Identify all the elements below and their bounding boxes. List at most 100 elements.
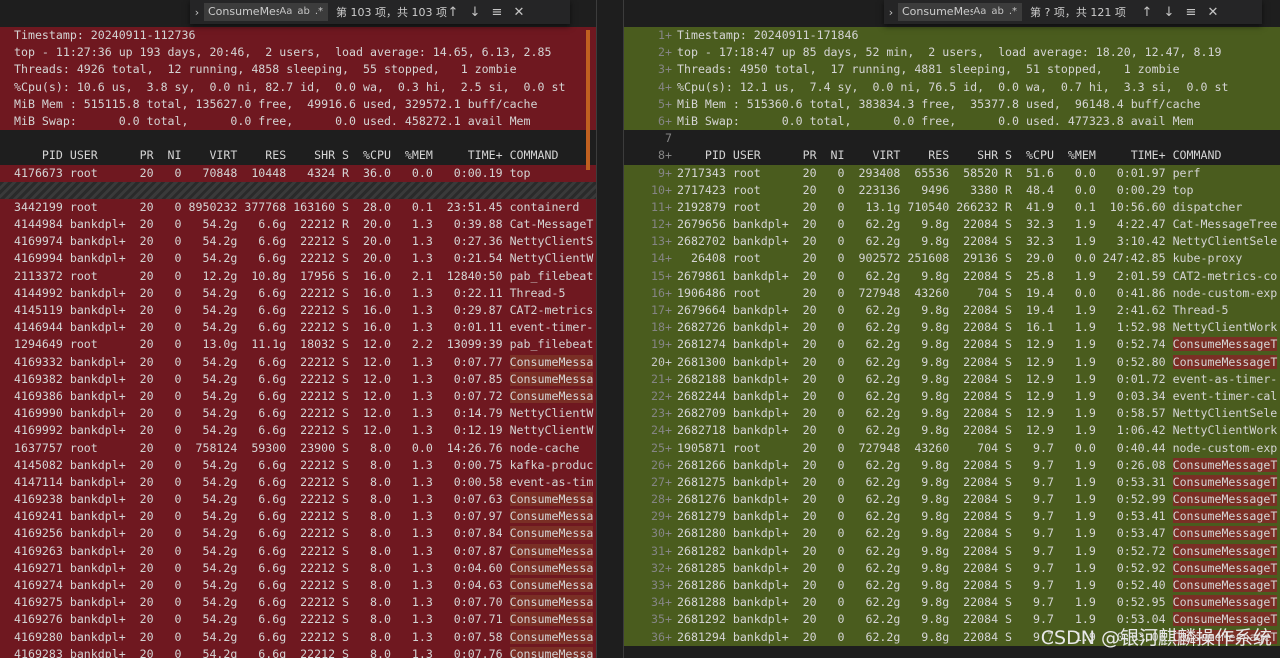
code-line[interactable]: 4169283 bankdpl+ 20 0 54.2g 6.6g 22212 S…	[0, 645, 596, 658]
code-line[interactable]: 4169263 bankdpl+ 20 0 54.2g 6.6g 22212 S…	[0, 542, 596, 560]
arrow-up-icon[interactable]: ↑	[1136, 5, 1158, 20]
code-line[interactable]: 4169386 bankdpl+ 20 0 54.2g 6.6g 22212 S…	[0, 387, 596, 406]
code-line[interactable]: 32+ 2681285 bankdpl+ 20 0 62.2g 9.8g 2208…	[624, 559, 1280, 577]
code-line[interactable]: 25+ 1905871 root 20 0 727948 43260 704 S …	[624, 439, 1280, 457]
code-line[interactable]: 4145082 bankdpl+ 20 0 54.2g 6.6g 22212 S…	[0, 456, 596, 474]
match-case-icon[interactable]: Aa	[279, 3, 292, 21]
code-line[interactable]: 6+ MiB Swap: 0.0 total, 0.0 free, 0.0 use…	[624, 112, 1280, 131]
right-diff-editor[interactable]: 1+ Timestamp: 20240911-171846 2+ top - 17:1…	[624, 0, 1280, 658]
code-line[interactable]: 19+ 2681274 bankdpl+ 20 0 62.2g 9.8g 2208…	[624, 336, 1280, 354]
code-line[interactable]: Threads: 4926 total, 12 running, 4858 sl…	[0, 61, 596, 79]
line-text: 1906486 root 20 0 727948 43260 704 S 19.…	[677, 285, 1278, 300]
code-line[interactable]: 1294649 root 20 0 13.0g 11.1g 18032 S 12…	[0, 336, 596, 354]
code-line[interactable]: 27+ 2681275 bankdpl+ 20 0 62.2g 9.8g 2208…	[624, 473, 1280, 492]
code-line[interactable]: 4169382 bankdpl+ 20 0 54.2g 6.6g 22212 S…	[0, 370, 596, 388]
code-line[interactable]: 17+ 2679664 bankdpl+ 20 0 62.2g 9.8g 2208…	[624, 302, 1280, 320]
chevron-right-icon[interactable]: ›	[190, 6, 204, 19]
line-text: 2717423 root 20 0 223136 9496 3380 R 48.…	[677, 182, 1194, 197]
code-line[interactable]: 4147114 bankdpl+ 20 0 54.2g 6.6g 22212 S…	[0, 473, 596, 492]
code-line[interactable]: 9+ 2717343 root 20 0 293408 65536 58520 R…	[624, 164, 1280, 182]
line-text: Threads: 4950 total, 17 running, 4881 sl…	[677, 62, 1180, 77]
code-line[interactable]: 4169256 bankdpl+ 20 0 54.2g 6.6g 22212 S…	[0, 525, 596, 543]
code-line[interactable]: 4169241 bankdpl+ 20 0 54.2g 6.6g 22212 S…	[0, 508, 596, 526]
match-case-icon[interactable]: Aa	[973, 3, 986, 21]
code-line[interactable]: 4169276 bankdpl+ 20 0 54.2g 6.6g 22212 S…	[0, 611, 596, 629]
code-line[interactable]: 8+ PID USER PR NI VIRT RES SHR S %CPU %M…	[624, 147, 1280, 164]
code-line[interactable]: 20+ 2681300 bankdpl+ 20 0 62.2g 9.8g 2208…	[624, 353, 1280, 371]
code-line[interactable]: 24+ 2682718 bankdpl+ 20 0 62.2g 9.8g 2208…	[624, 422, 1280, 440]
code-line[interactable]: 4169974 bankdpl+ 20 0 54.2g 6.6g 22212 S…	[0, 233, 596, 251]
code-line[interactable]: 3+ Threads: 4950 total, 17 running, 4881 …	[624, 61, 1280, 79]
line-number: 13+	[651, 234, 672, 249]
left-scrollbar-marker[interactable]	[586, 30, 590, 170]
code-line[interactable]: 26+ 2681266 bankdpl+ 20 0 62.2g 9.8g 2208…	[624, 456, 1280, 474]
code-line[interactable]: top - 11:27:36 up 193 days, 20:46, 2 use…	[0, 44, 596, 62]
code-line[interactable]: 11+ 2192879 root 20 0 13.1g 710540 266232…	[624, 198, 1280, 217]
code-line[interactable]: 4145119 bankdpl+ 20 0 54.2g 6.6g 22212 S…	[0, 302, 596, 320]
regex-icon[interactable]: .*	[1009, 3, 1017, 21]
code-line[interactable]: 34+ 2681288 bankdpl+ 20 0 62.2g 9.8g 2208…	[624, 594, 1280, 612]
find-in-selection-icon[interactable]: ≡	[486, 5, 508, 20]
code-line[interactable]: %Cpu(s): 10.6 us, 3.8 sy, 0.0 ni, 82.7 i…	[0, 78, 596, 96]
code-line[interactable]: 4169238 bankdpl+ 20 0 54.2g 6.6g 22212 S…	[0, 491, 596, 509]
code-line[interactable]: 12+ 2679656 bankdpl+ 20 0 62.2g 9.8g 2208…	[624, 216, 1280, 234]
arrow-down-icon[interactable]: ↓	[1158, 5, 1180, 20]
code-line[interactable]: Timestamp: 20240911-112736	[0, 27, 596, 45]
code-line[interactable]: 13+ 2682702 bankdpl+ 20 0 62.2g 9.8g 2208…	[624, 233, 1280, 251]
code-line[interactable]: 33+ 2681286 bankdpl+ 20 0 62.2g 9.8g 2208…	[624, 577, 1280, 595]
whole-word-icon[interactable]: ab	[297, 3, 309, 21]
code-line[interactable]: 4169990 bankdpl+ 20 0 54.2g 6.6g 22212 S…	[0, 405, 596, 423]
code-line[interactable]: 4169274 bankdpl+ 20 0 54.2g 6.6g 22212 S…	[0, 577, 596, 595]
code-line[interactable]: 7	[624, 130, 1280, 147]
code-line[interactable]: 2113372 root 20 0 12.2g 10.8g 17956 S 16…	[0, 267, 596, 285]
code-line[interactable]: 3442199 root 20 0 8950232 377768 163160 …	[0, 198, 596, 217]
code-line[interactable]: 10+ 2717423 root 20 0 223136 9496 3380 R …	[624, 181, 1280, 199]
left-diff-editor[interactable]: Timestamp: 20240911-112736 top - 11:27:36…	[0, 0, 596, 658]
code-line[interactable]: 29+ 2681279 bankdpl+ 20 0 62.2g 9.8g 2208…	[624, 508, 1280, 526]
code-line[interactable]: 4169280 bankdpl+ 20 0 54.2g 6.6g 22212 S…	[0, 628, 596, 646]
code-line[interactable]: 23+ 2682709 bankdpl+ 20 0 62.2g 9.8g 2208…	[624, 405, 1280, 423]
code-line[interactable]: 4146944 bankdpl+ 20 0 54.2g 6.6g 22212 S…	[0, 319, 596, 337]
left-find-input[interactable]: ConsumeMessa Aa ab .*	[204, 3, 328, 21]
code-line[interactable]: 18+ 2682726 bankdpl+ 20 0 62.2g 9.8g 2208…	[624, 319, 1280, 337]
find-match-highlight: ConsumeMessa	[509, 629, 594, 644]
chevron-right-icon[interactable]: ›	[884, 6, 898, 19]
code-line[interactable]: MiB Mem : 515115.8 total, 135627.0 free,…	[0, 95, 596, 113]
find-in-selection-icon[interactable]: ≡	[1180, 5, 1202, 20]
code-line[interactable]: 1637757 root 20 0 758124 59300 23900 S 8…	[0, 439, 596, 457]
find-match-highlight: ConsumeMessa	[509, 612, 594, 627]
code-line[interactable]: 31+ 2681282 bankdpl+ 20 0 62.2g 9.8g 2208…	[624, 542, 1280, 560]
whole-word-icon[interactable]: ab	[991, 3, 1003, 21]
code-line[interactable]: 21+ 2682188 bankdpl+ 20 0 62.2g 9.8g 2208…	[624, 370, 1280, 388]
regex-icon[interactable]: .*	[315, 3, 323, 21]
line-text: 1294649 root 20 0 13.0g 11.1g 18032 S 12…	[14, 337, 594, 352]
code-line[interactable]: 4169994 bankdpl+ 20 0 54.2g 6.6g 22212 S…	[0, 250, 596, 268]
code-line[interactable]: 4176673 root 20 0 70848 10448 4324 R 36.…	[0, 164, 596, 182]
code-line[interactable]: 15+ 2679861 bankdpl+ 20 0 62.2g 9.8g 2208…	[624, 267, 1280, 285]
close-icon[interactable]: ✕	[1202, 5, 1224, 20]
code-line[interactable]	[0, 130, 596, 147]
code-line[interactable]: PID USER PR NI VIRT RES SHR S %CPU %MEM …	[0, 147, 596, 164]
right-find-count: 第 ? 项，共 121 项	[1030, 6, 1126, 19]
code-line[interactable]: 4169271 bankdpl+ 20 0 54.2g 6.6g 22212 S…	[0, 559, 596, 577]
code-line[interactable]: 4169275 bankdpl+ 20 0 54.2g 6.6g 22212 S…	[0, 594, 596, 612]
code-line[interactable]: 4144984 bankdpl+ 20 0 54.2g 6.6g 22212 R…	[0, 216, 596, 234]
code-line[interactable]: 30+ 2681280 bankdpl+ 20 0 62.2g 9.8g 2208…	[624, 525, 1280, 543]
code-line[interactable]: 4169992 bankdpl+ 20 0 54.2g 6.6g 22212 S…	[0, 422, 596, 440]
code-line[interactable]: 5+ MiB Mem : 515360.6 total, 383834.3 fre…	[624, 95, 1280, 113]
arrow-up-icon[interactable]: ↑	[442, 5, 464, 20]
right-find-input[interactable]: ConsumeMessa Aa ab .*	[898, 3, 1022, 21]
code-line[interactable]: MiB Swap: 0.0 total, 0.0 free, 0.0 used.…	[0, 112, 596, 131]
arrow-down-icon[interactable]: ↓	[464, 5, 486, 20]
code-line[interactable]: 28+ 2681276 bankdpl+ 20 0 62.2g 9.8g 2208…	[624, 491, 1280, 509]
close-icon[interactable]: ✕	[508, 5, 530, 20]
code-line[interactable]: 2+ top - 17:18:47 up 85 days, 52 min, 2 u…	[624, 44, 1280, 62]
code-line[interactable]: 16+ 1906486 root 20 0 727948 43260 704 S …	[624, 284, 1280, 302]
code-line[interactable]: 1+ Timestamp: 20240911-171846	[624, 27, 1280, 45]
code-line[interactable]: 22+ 2682244 bankdpl+ 20 0 62.2g 9.8g 2208…	[624, 387, 1280, 406]
code-line[interactable]: 4+ %Cpu(s): 12.1 us, 7.4 sy, 0.0 ni, 76.5…	[624, 78, 1280, 96]
code-line[interactable]: 4144992 bankdpl+ 20 0 54.2g 6.6g 22212 S…	[0, 284, 596, 302]
code-line[interactable]: 4169332 bankdpl+ 20 0 54.2g 6.6g 22212 S…	[0, 353, 596, 371]
code-line[interactable]: 14+ 26408 root 20 0 902572 251608 29136 …	[624, 250, 1280, 268]
code-line[interactable]	[0, 181, 596, 199]
